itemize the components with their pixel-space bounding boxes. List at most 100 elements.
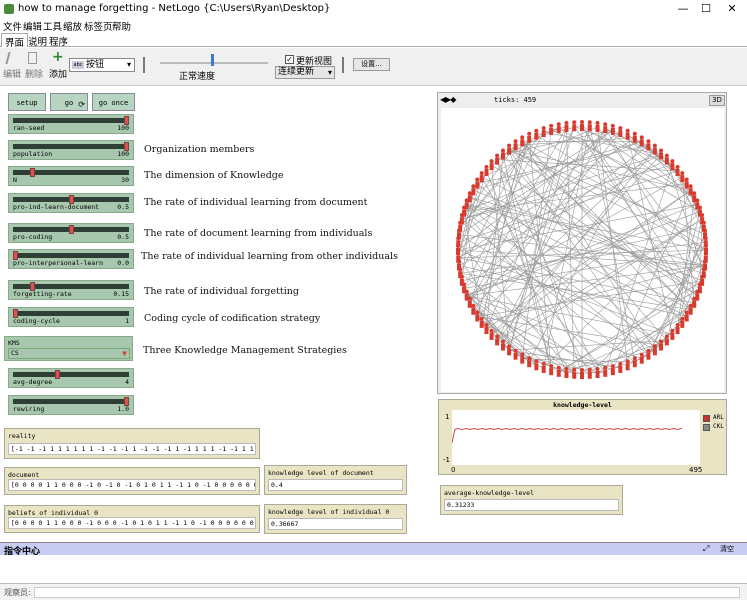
slider-ran-seed[interactable]: ran-seed 100: [8, 114, 134, 134]
observer-label: 观察员:: [4, 588, 31, 597]
slider-knob[interactable]: [30, 168, 35, 177]
person-agent: [520, 135, 525, 147]
command-input[interactable]: [34, 587, 740, 598]
update-view-checkbox[interactable]: ✓: [285, 55, 294, 64]
slider-track[interactable]: [13, 118, 129, 123]
menu-tabs[interactable]: 标签页: [84, 19, 113, 33]
slider-label: pro-coding: [13, 233, 53, 241]
widget-type-value: 按钮: [86, 60, 105, 70]
slider-label: pro-interpersonal-learn: [13, 259, 104, 267]
person-agent: [507, 143, 512, 155]
3d-button[interactable]: 3D: [709, 95, 725, 106]
slider-forgetting-rate[interactable]: forgetting-rate 0.15: [8, 280, 134, 300]
expand-icon[interactable]: ⤢: [703, 544, 709, 554]
slider-track[interactable]: [13, 311, 129, 316]
plot-ymax: 1: [445, 413, 450, 421]
menu-edit[interactable]: 编辑: [23, 19, 42, 33]
go-once-button[interactable]: go once: [92, 93, 135, 111]
slider-coding-cycle[interactable]: coding-cycle 1: [8, 307, 134, 327]
netlogo-app-icon: [4, 4, 14, 14]
kl-document-value: 0.4: [268, 479, 403, 491]
slider-track[interactable]: [13, 144, 129, 149]
slider-track[interactable]: [13, 372, 129, 377]
person-agent: [541, 361, 546, 373]
delete-button[interactable]: 删除: [25, 67, 43, 80]
view-control-arrows-icon[interactable]: ◀▶◆: [440, 95, 457, 104]
person-agent: [639, 352, 644, 364]
reality-label: reality: [8, 432, 36, 440]
legend-arl-swatch: [703, 415, 710, 422]
document-monitor: document [0 0 0 0 1 1 0 0 0 -1 0 -1 0 -1…: [4, 467, 260, 495]
person-agent: [603, 122, 608, 134]
slider-avg-degree[interactable]: avg-degree 4: [8, 368, 134, 388]
kl-document-monitor: knowledge level of document 0.4: [264, 465, 407, 495]
slider-label: pro-ind-learn-document: [13, 203, 100, 211]
person-agent: [610, 364, 615, 376]
slider-track[interactable]: [13, 253, 129, 258]
kms-chooser[interactable]: KMS CS ▼: [4, 336, 133, 361]
slider-knob[interactable]: [69, 225, 74, 234]
menu-zoom[interactable]: 缩放: [63, 19, 82, 33]
speed-slider-thumb[interactable]: [211, 54, 214, 66]
button-widget-icon: abc: [72, 61, 84, 69]
person-agent: [639, 135, 644, 147]
note-organization-members: Organization members: [144, 144, 255, 155]
person-agent: [556, 122, 561, 134]
go-button[interactable]: go ⟳: [50, 93, 88, 111]
kms-value: CS: [11, 349, 19, 357]
person-agent: [618, 361, 623, 373]
person-agent: [652, 143, 657, 155]
setup-button[interactable]: setup: [8, 93, 46, 111]
person-agent: [580, 120, 584, 131]
person-agent: [646, 348, 651, 360]
slider-label: forgetting-rate: [13, 290, 72, 298]
slider-population[interactable]: population 100: [8, 140, 134, 160]
note-interpersonal: The rate of individual learning from oth…: [141, 251, 398, 262]
menu-file[interactable]: 文件: [3, 19, 22, 33]
person-agent: [479, 316, 484, 328]
person-agent: [500, 339, 505, 351]
legend-arl-label: ARL: [713, 414, 724, 421]
settings-button[interactable]: 设置...: [353, 58, 390, 71]
add-button[interactable]: 添加: [49, 67, 67, 80]
menu-tools[interactable]: 工具: [43, 19, 62, 33]
person-agent: [625, 128, 630, 140]
person-agent: [664, 334, 669, 346]
menu-help[interactable]: 帮助: [112, 19, 131, 33]
slider-knob[interactable]: [55, 370, 60, 379]
slider-rewiring[interactable]: rewiring 1.0: [8, 395, 134, 415]
kms-select[interactable]: CS ▼: [8, 348, 130, 359]
person-agent: [632, 131, 637, 143]
edit-button[interactable]: 编辑: [3, 67, 21, 80]
command-center: 指令中心 ⤢ 清空 观察员:: [0, 542, 747, 600]
person-agent: [680, 316, 685, 328]
close-icon[interactable]: ✕: [725, 2, 739, 16]
slider-value: 1.0: [117, 405, 129, 413]
person-agent: [664, 153, 669, 165]
slider-pro-interpersonal-learn[interactable]: pro-interpersonal-learn 0.0: [8, 249, 134, 269]
speed-slider-track[interactable]: [160, 62, 268, 64]
person-agent: [527, 356, 532, 368]
person-agent: [572, 367, 577, 379]
person-agent: [703, 236, 708, 248]
slider-track[interactable]: [13, 399, 129, 404]
slider-pro-ind-learn-document[interactable]: pro-ind-learn-document 0.5: [8, 193, 134, 213]
person-agent: [652, 344, 657, 356]
tab-code[interactable]: 程序: [46, 33, 71, 48]
person-agent: [513, 348, 518, 360]
clear-button[interactable]: 清空: [720, 544, 734, 554]
minimize-icon[interactable]: —: [676, 2, 690, 16]
person-agent: [549, 123, 554, 135]
person-agent: [684, 177, 689, 189]
slider-n[interactable]: N 30: [8, 166, 134, 186]
person-agent: [688, 184, 693, 196]
person-agent: [475, 177, 480, 189]
person-agent: [556, 365, 561, 377]
tab-interface[interactable]: 界面: [1, 33, 29, 49]
slider-pro-coding[interactable]: pro-coding 0.5: [8, 223, 134, 243]
maximize-icon[interactable]: ☐: [699, 2, 713, 16]
widget-type-select[interactable]: 按钮 abc ▾: [69, 58, 135, 72]
person-agent: [659, 148, 664, 160]
slider-label: rewiring: [13, 405, 45, 413]
update-mode-select[interactable]: 连续更新 ▾: [275, 66, 335, 79]
